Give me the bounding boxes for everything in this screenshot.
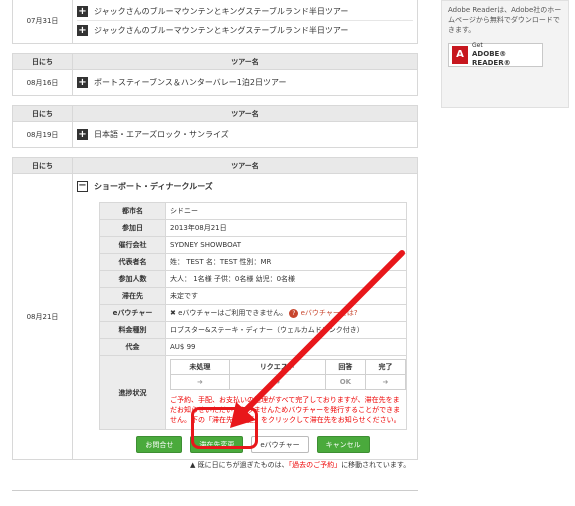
cancel-button[interactable]: キャンセル [316, 436, 370, 453]
tour-name: ポートスティーブンス＆ハンターバレー1泊2日ツアー [94, 78, 287, 87]
rep-value: 姓： TEST 名：TEST 性別：MR [165, 253, 407, 271]
progress-step: 未処理 [170, 359, 230, 375]
tour-name: 日本語・エアーズロック・サンライズ [94, 130, 229, 139]
reservation-detail: 都市名 シドニー 参加日 2013年08月21日 催行会社 SYDNEY SHOWBO… [99, 202, 407, 430]
date-header: 日にち [12, 53, 73, 70]
stay-value: 未定です [165, 287, 407, 305]
adobe-reader-badge[interactable]: A Get ADOBE® READER® [448, 42, 543, 67]
tour-table-1: 07月31日 + ジャックさんのブルーマウンテンとキングステーブルランド半日ツア… [12, 0, 418, 44]
past-reservation-note: ▲ 既に日にちが過ぎたものは、「過去のご予約」に移動されています。 [190, 460, 410, 470]
company-value: SYDNEY SHOWBOAT [165, 236, 407, 254]
highlight-box [191, 407, 258, 449]
tour-name: ジャックさんのブルーマウンテンとキングステーブルランド半日ツアー [94, 26, 349, 35]
divider [12, 490, 418, 491]
expand-icon[interactable]: + [77, 25, 88, 36]
expand-icon[interactable]: + [77, 129, 88, 140]
city-value: シドニー [165, 202, 407, 220]
progress-table: 未処理 リクエスト 回答 完了 ➜ ➜ OK ➜ [170, 359, 407, 390]
people-value: 大人： 1名様 子供：0名様 幼児：0名様 [165, 270, 407, 288]
tour-table-2: 日にち ツアー名 08月16日 + ポートスティーブンス＆ハンターバレー1泊2日… [12, 53, 418, 96]
people-label: 参加人数 [99, 270, 166, 288]
adobe-text: Adobe Readerは、Adobe社のホームページから無料でダウンロードでき… [448, 6, 562, 34]
tour-header: ツアー名 [72, 53, 418, 70]
progress-step: 回答 [324, 359, 366, 375]
tour-item[interactable]: + ジャックさんのブルーマウンテンとキングステーブルランド半日ツアー [77, 2, 413, 21]
collapse-icon[interactable]: − [77, 181, 88, 192]
progress-ok: OK [324, 374, 366, 390]
evoucher-button[interactable]: eバウチャー [251, 436, 309, 453]
progress-step: 完了 [364, 359, 407, 375]
sidebar-adobe: Adobe Readerは、Adobe社のホームページから無料でダウンロードでき… [441, 0, 569, 108]
price-value: AU$ 99 [165, 338, 407, 356]
evoucher-help-link[interactable]: eバウチャーとは? [301, 309, 358, 317]
tour-date: 08月21日 [12, 173, 73, 460]
tour-date: 07月31日 [12, 0, 73, 44]
tour-item-expanded[interactable]: − ショーボート・ディナークルーズ [77, 177, 413, 196]
tour-table-3: 日にち ツアー名 08月19日 + 日本語・エアーズロック・サンライズ [12, 105, 418, 148]
expand-icon[interactable]: + [77, 77, 88, 88]
help-icon: ? [289, 309, 299, 318]
tour-date: 08月16日 [12, 69, 73, 96]
tour-name: ショーボート・ディナークルーズ [94, 182, 213, 191]
tour-header: ツアー名 [72, 105, 418, 122]
expand-icon[interactable]: + [77, 5, 88, 17]
note-suffix: に移動されています。 [341, 461, 411, 469]
date-header: 日にち [12, 157, 73, 174]
date-header: 日にち [12, 105, 73, 122]
note-text: 既に日にちが過ぎたものは、 [197, 461, 289, 469]
badge-name: ADOBE® READER® [472, 50, 511, 67]
progress-arrow-icon: ➜ [364, 374, 407, 390]
progress-label: 進捗状況 [99, 355, 166, 430]
tour-item[interactable]: + ジャックさんのブルーマウンテンとキングステーブルランド半日ツアー [77, 21, 413, 40]
date-value: 2013年08月21日 [165, 219, 407, 237]
evoucher-status: eバウチャーはご利用できません。 [178, 309, 288, 317]
progress-step: リクエスト [228, 359, 326, 375]
date-label: 参加日 [99, 219, 166, 237]
stay-label: 滞在先 [99, 287, 166, 305]
city-label: 都市名 [99, 202, 166, 220]
company-label: 催行会社 [99, 236, 166, 254]
progress-arrow-icon: ➜ [228, 374, 326, 390]
tour-item[interactable]: + 日本語・エアーズロック・サンライズ [77, 125, 413, 144]
tour-item[interactable]: + ポートスティーブンス＆ハンターバレー1泊2日ツアー [77, 73, 413, 92]
x-icon: ✖ [170, 309, 176, 317]
reservation-list: 07月31日 + ジャックさんのブルーマウンテンとキングステーブルランド半日ツア… [12, 0, 418, 460]
price-type-value: ロブスター&ステーキ・ディナー（ウェルカムドリンク付き） [165, 321, 407, 339]
tour-date: 08月19日 [12, 121, 73, 148]
badge-get: Get [472, 42, 483, 49]
evoucher-value: ✖ eバウチャーはご利用できません。 ? eバウチャーとは? [165, 304, 407, 322]
tour-header: ツアー名 [72, 157, 418, 174]
price-label: 代金 [99, 338, 166, 356]
evoucher-label: eバウチャー [99, 304, 166, 322]
inquiry-button[interactable]: お問合せ [136, 436, 183, 453]
tour-name: ジャックさんのブルーマウンテンとキングステーブルランド半日ツアー [94, 6, 349, 16]
warning-icon: ▲ [190, 461, 196, 469]
rep-label: 代表者名 [99, 253, 166, 271]
progress-arrow-icon: ➜ [170, 374, 230, 390]
adobe-logo-icon: A [452, 46, 469, 64]
price-type-label: 料金種別 [99, 321, 166, 339]
past-reservation-link[interactable]: 「過去のご予約」 [289, 461, 342, 469]
